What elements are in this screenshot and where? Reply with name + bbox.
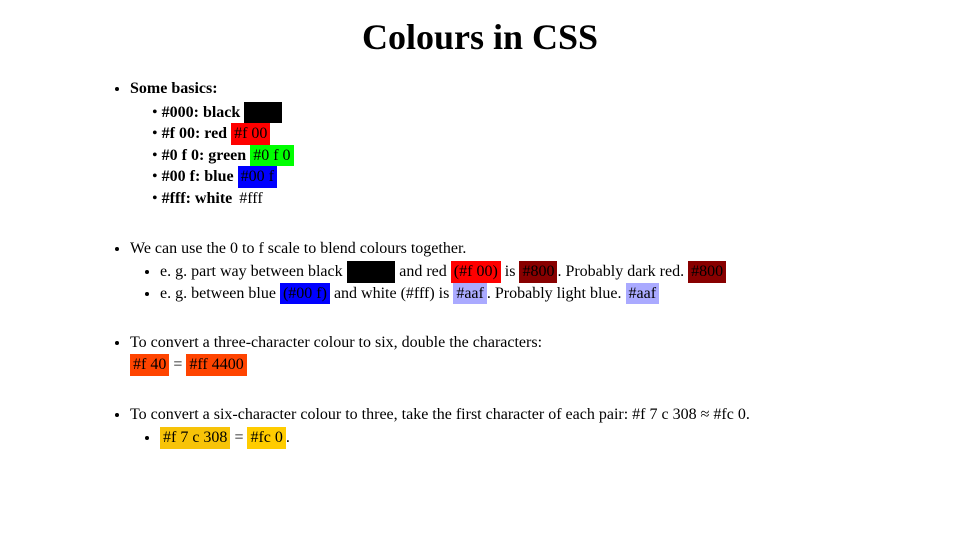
basics-sublist: #000: black #000 #f 00: red #f 00 #0 f 0… [130,102,920,210]
swatch-fff: #fff [236,188,265,210]
swatch-aaf: #aaf [453,283,487,305]
blend1-pre: e. g. part way between black [160,263,347,280]
six-to-three-dot: . [286,429,290,446]
basic-red-label: #f 00: red [162,125,231,142]
bullet-blend: We can use the 0 to f scale to blend col… [130,238,920,305]
basic-green: #0 f 0: green #0 f 0 [152,145,920,167]
six-to-three-lead: To convert a six-character colour to thr… [130,406,750,423]
basic-black-label: #000: black [162,104,245,121]
slide: Colours in CSS Some basics: #000: black … [0,0,960,540]
blend1-mid1: and red [395,263,451,280]
swatch-0f0: #0 f 0 [250,145,293,167]
six-to-three-example: #f 7 c 308 = #fc 0. [160,427,920,449]
basic-green-label: #0 f 0: green [162,147,251,164]
blend1-mid2: is [501,263,520,280]
six-to-three-eq: = [230,429,247,446]
blend-example-2: e. g. between blue (#00 f) and white (#f… [160,283,920,305]
blend-example-1: e. g. part way between black (#000) and … [160,261,920,283]
blend2-mid1: and white (#fff) is [330,285,453,302]
basic-white: #fff: white #fff [152,188,920,210]
swatch-00f-paren: (#00 f) [280,283,330,305]
basic-red: #f 00: red #f 00 [152,123,920,145]
bullet-blend-lead: We can use the 0 to f scale to blend col… [130,240,466,257]
basic-white-label: #fff: white [162,190,237,207]
swatch-fc0: #fc 0 [247,427,285,449]
swatch-f7c308: #f 7 c 308 [160,427,230,449]
swatch-800: #800 [519,261,557,283]
swatch-000: #000 [244,102,282,124]
blend2-mid2: . Probably light blue. [487,285,626,302]
swatch-f00: #f 00 [231,123,270,145]
blend-sublist: e. g. part way between black (#000) and … [130,261,920,304]
six-to-three-sublist: #f 7 c 308 = #fc 0. [130,427,920,449]
slide-title: Colours in CSS [40,16,920,58]
blend2-pre: e. g. between blue [160,285,280,302]
bullet-six-to-three: To convert a six-character colour to thr… [130,404,920,449]
three-to-six-eq: = [169,356,186,373]
swatch-f40: #f 40 [130,354,169,376]
basic-black: #000: black #000 [152,102,920,124]
bullet-basics-lead: Some basics: [130,80,218,97]
basic-blue: #00 f: blue #00 f [152,166,920,188]
basic-blue-label: #00 f: blue [162,168,238,185]
swatch-f00-paren: (#f 00) [451,261,501,283]
blend1-mid3: . Probably dark red. [557,263,688,280]
swatch-ff4400: #ff 4400 [186,354,246,376]
swatch-000-paren: (#000) [347,261,396,283]
swatch-aaf-2: #aaf [626,283,660,305]
swatch-00f: #00 f [238,166,277,188]
bullet-basics: Some basics: #000: black #000 #f 00: red… [130,78,920,210]
bullet-list: Some basics: #000: black #000 #f 00: red… [40,78,920,449]
bullet-three-to-six: To convert a three-character colour to s… [130,332,920,375]
swatch-800-2: #800 [688,261,726,283]
three-to-six-lead: To convert a three-character colour to s… [130,334,542,351]
